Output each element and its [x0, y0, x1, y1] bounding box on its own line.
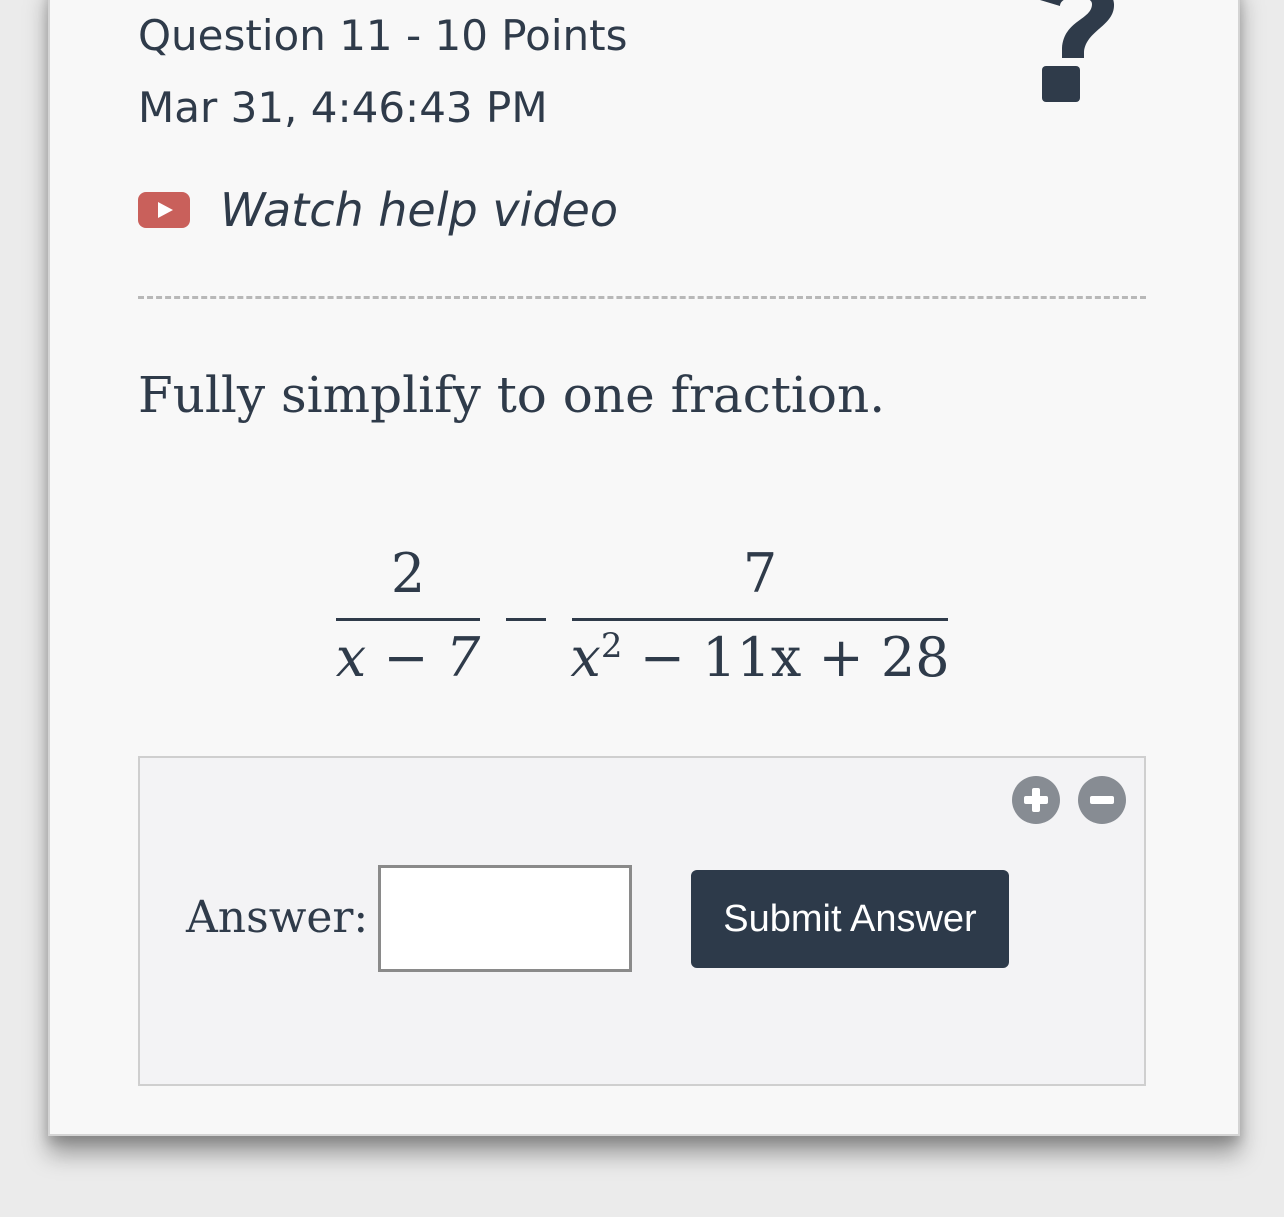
fraction2-denominator-exponent: 2: [600, 626, 623, 666]
watch-help-video-label: Watch help video: [220, 183, 618, 237]
subtraction-operator: [506, 618, 546, 621]
section-divider: [138, 296, 1146, 299]
question-mark-icon[interactable]: [1020, 0, 1130, 110]
question-title: Question 11 - 10 Points: [138, 11, 628, 60]
youtube-play-icon: [138, 192, 190, 228]
answer-label: Answer:: [186, 892, 369, 943]
answer-input[interactable]: [378, 865, 632, 972]
fraction1-numerator: 2: [390, 542, 426, 605]
fraction2-denominator-base: x: [570, 626, 601, 689]
watch-help-video-link[interactable]: Watch help video: [138, 180, 618, 240]
minus-circle-icon[interactable]: [1078, 776, 1126, 824]
math-expression: 2 x − 7 7 x2 − 11x + 28: [0, 530, 1284, 700]
fraction1-bar: [336, 618, 480, 621]
fraction1-denominator: x − 7: [335, 626, 481, 689]
fraction2-numerator: 7: [742, 542, 778, 605]
fraction2-denominator-rest: − 11x + 28: [622, 626, 950, 689]
plus-circle-icon[interactable]: [1012, 776, 1060, 824]
fraction2-denominator: x2 − 11x + 28: [562, 626, 958, 689]
question-prompt: Fully simplify to one fraction.: [138, 366, 886, 424]
submit-answer-button[interactable]: Submit Answer: [691, 870, 1009, 968]
fraction2-bar: [572, 618, 948, 621]
question-timestamp: Mar 31, 4:46:43 PM: [138, 83, 548, 132]
